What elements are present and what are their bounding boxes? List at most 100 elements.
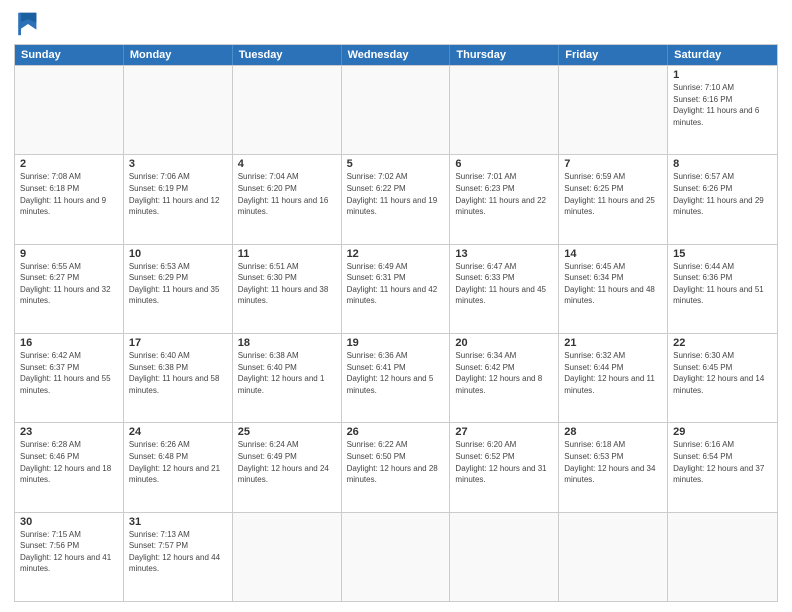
day-info: Sunrise: 6:44 AM Sunset: 6:36 PM Dayligh… xyxy=(673,261,772,307)
calendar-cell: 25Sunrise: 6:24 AM Sunset: 6:49 PM Dayli… xyxy=(233,423,342,511)
calendar-row: 30Sunrise: 7:15 AM Sunset: 7:56 PM Dayli… xyxy=(15,512,777,601)
calendar-cell xyxy=(450,513,559,601)
weekday-header: Monday xyxy=(124,45,233,65)
calendar-cell xyxy=(559,513,668,601)
day-info: Sunrise: 7:02 AM Sunset: 6:22 PM Dayligh… xyxy=(347,171,445,217)
calendar-cell xyxy=(233,513,342,601)
day-number: 9 xyxy=(20,248,118,260)
calendar-cell: 7Sunrise: 6:59 AM Sunset: 6:25 PM Daylig… xyxy=(559,155,668,243)
day-number: 8 xyxy=(673,158,772,170)
calendar-cell: 23Sunrise: 6:28 AM Sunset: 6:46 PM Dayli… xyxy=(15,423,124,511)
day-number: 21 xyxy=(564,337,662,349)
weekday-header: Wednesday xyxy=(342,45,451,65)
calendar-cell: 30Sunrise: 7:15 AM Sunset: 7:56 PM Dayli… xyxy=(15,513,124,601)
day-info: Sunrise: 6:53 AM Sunset: 6:29 PM Dayligh… xyxy=(129,261,227,307)
day-number: 17 xyxy=(129,337,227,349)
calendar-cell: 5Sunrise: 7:02 AM Sunset: 6:22 PM Daylig… xyxy=(342,155,451,243)
day-info: Sunrise: 7:06 AM Sunset: 6:19 PM Dayligh… xyxy=(129,171,227,217)
calendar-row: 2Sunrise: 7:08 AM Sunset: 6:18 PM Daylig… xyxy=(15,154,777,243)
calendar-cell xyxy=(668,513,777,601)
day-number: 30 xyxy=(20,516,118,528)
calendar-cell xyxy=(342,66,451,154)
weekday-header: Thursday xyxy=(450,45,559,65)
calendar-cell: 6Sunrise: 7:01 AM Sunset: 6:23 PM Daylig… xyxy=(450,155,559,243)
day-info: Sunrise: 6:42 AM Sunset: 6:37 PM Dayligh… xyxy=(20,350,118,396)
day-number: 25 xyxy=(238,426,336,438)
day-info: Sunrise: 7:10 AM Sunset: 6:16 PM Dayligh… xyxy=(673,82,772,128)
calendar-page: SundayMondayTuesdayWednesdayThursdayFrid… xyxy=(0,0,792,612)
day-number: 31 xyxy=(129,516,227,528)
calendar-row: 1Sunrise: 7:10 AM Sunset: 6:16 PM Daylig… xyxy=(15,65,777,154)
day-info: Sunrise: 6:32 AM Sunset: 6:44 PM Dayligh… xyxy=(564,350,662,396)
calendar-cell: 17Sunrise: 6:40 AM Sunset: 6:38 PM Dayli… xyxy=(124,334,233,422)
day-info: Sunrise: 7:13 AM Sunset: 7:57 PM Dayligh… xyxy=(129,529,227,575)
weekday-header: Sunday xyxy=(15,45,124,65)
day-number: 27 xyxy=(455,426,553,438)
calendar-cell: 19Sunrise: 6:36 AM Sunset: 6:41 PM Dayli… xyxy=(342,334,451,422)
day-number: 22 xyxy=(673,337,772,349)
calendar-cell: 1Sunrise: 7:10 AM Sunset: 6:16 PM Daylig… xyxy=(668,66,777,154)
calendar-header: SundayMondayTuesdayWednesdayThursdayFrid… xyxy=(15,45,777,65)
weekday-header: Tuesday xyxy=(233,45,342,65)
day-number: 5 xyxy=(347,158,445,170)
calendar-cell: 16Sunrise: 6:42 AM Sunset: 6:37 PM Dayli… xyxy=(15,334,124,422)
day-number: 20 xyxy=(455,337,553,349)
day-number: 18 xyxy=(238,337,336,349)
calendar-cell: 31Sunrise: 7:13 AM Sunset: 7:57 PM Dayli… xyxy=(124,513,233,601)
day-info: Sunrise: 6:24 AM Sunset: 6:49 PM Dayligh… xyxy=(238,439,336,485)
calendar: SundayMondayTuesdayWednesdayThursdayFrid… xyxy=(14,44,778,602)
day-number: 29 xyxy=(673,426,772,438)
calendar-cell: 11Sunrise: 6:51 AM Sunset: 6:30 PM Dayli… xyxy=(233,245,342,333)
calendar-cell xyxy=(233,66,342,154)
day-number: 15 xyxy=(673,248,772,260)
calendar-cell: 14Sunrise: 6:45 AM Sunset: 6:34 PM Dayli… xyxy=(559,245,668,333)
day-info: Sunrise: 7:08 AM Sunset: 6:18 PM Dayligh… xyxy=(20,171,118,217)
day-number: 4 xyxy=(238,158,336,170)
calendar-cell: 3Sunrise: 7:06 AM Sunset: 6:19 PM Daylig… xyxy=(124,155,233,243)
day-number: 23 xyxy=(20,426,118,438)
calendar-cell xyxy=(15,66,124,154)
calendar-body: 1Sunrise: 7:10 AM Sunset: 6:16 PM Daylig… xyxy=(15,65,777,601)
day-info: Sunrise: 6:20 AM Sunset: 6:52 PM Dayligh… xyxy=(455,439,553,485)
calendar-cell: 24Sunrise: 6:26 AM Sunset: 6:48 PM Dayli… xyxy=(124,423,233,511)
day-number: 11 xyxy=(238,248,336,260)
day-number: 10 xyxy=(129,248,227,260)
calendar-cell: 9Sunrise: 6:55 AM Sunset: 6:27 PM Daylig… xyxy=(15,245,124,333)
day-info: Sunrise: 6:34 AM Sunset: 6:42 PM Dayligh… xyxy=(455,350,553,396)
day-info: Sunrise: 6:18 AM Sunset: 6:53 PM Dayligh… xyxy=(564,439,662,485)
calendar-row: 9Sunrise: 6:55 AM Sunset: 6:27 PM Daylig… xyxy=(15,244,777,333)
day-info: Sunrise: 7:15 AM Sunset: 7:56 PM Dayligh… xyxy=(20,529,118,575)
day-number: 13 xyxy=(455,248,553,260)
day-info: Sunrise: 6:47 AM Sunset: 6:33 PM Dayligh… xyxy=(455,261,553,307)
day-number: 1 xyxy=(673,69,772,81)
weekday-header: Saturday xyxy=(668,45,777,65)
day-info: Sunrise: 6:22 AM Sunset: 6:50 PM Dayligh… xyxy=(347,439,445,485)
day-number: 7 xyxy=(564,158,662,170)
day-info: Sunrise: 6:36 AM Sunset: 6:41 PM Dayligh… xyxy=(347,350,445,396)
day-info: Sunrise: 6:16 AM Sunset: 6:54 PM Dayligh… xyxy=(673,439,772,485)
calendar-cell xyxy=(124,66,233,154)
day-info: Sunrise: 6:38 AM Sunset: 6:40 PM Dayligh… xyxy=(238,350,336,396)
calendar-cell: 13Sunrise: 6:47 AM Sunset: 6:33 PM Dayli… xyxy=(450,245,559,333)
day-info: Sunrise: 6:57 AM Sunset: 6:26 PM Dayligh… xyxy=(673,171,772,217)
header xyxy=(14,10,778,38)
weekday-header: Friday xyxy=(559,45,668,65)
calendar-cell: 4Sunrise: 7:04 AM Sunset: 6:20 PM Daylig… xyxy=(233,155,342,243)
day-info: Sunrise: 6:45 AM Sunset: 6:34 PM Dayligh… xyxy=(564,261,662,307)
day-number: 19 xyxy=(347,337,445,349)
day-info: Sunrise: 6:49 AM Sunset: 6:31 PM Dayligh… xyxy=(347,261,445,307)
day-info: Sunrise: 6:40 AM Sunset: 6:38 PM Dayligh… xyxy=(129,350,227,396)
day-info: Sunrise: 6:55 AM Sunset: 6:27 PM Dayligh… xyxy=(20,261,118,307)
day-number: 26 xyxy=(347,426,445,438)
calendar-cell xyxy=(342,513,451,601)
calendar-cell: 20Sunrise: 6:34 AM Sunset: 6:42 PM Dayli… xyxy=(450,334,559,422)
calendar-cell: 8Sunrise: 6:57 AM Sunset: 6:26 PM Daylig… xyxy=(668,155,777,243)
day-number: 2 xyxy=(20,158,118,170)
day-number: 6 xyxy=(455,158,553,170)
calendar-cell: 28Sunrise: 6:18 AM Sunset: 6:53 PM Dayli… xyxy=(559,423,668,511)
calendar-cell: 12Sunrise: 6:49 AM Sunset: 6:31 PM Dayli… xyxy=(342,245,451,333)
day-info: Sunrise: 7:04 AM Sunset: 6:20 PM Dayligh… xyxy=(238,171,336,217)
day-number: 24 xyxy=(129,426,227,438)
calendar-cell: 2Sunrise: 7:08 AM Sunset: 6:18 PM Daylig… xyxy=(15,155,124,243)
logo-icon xyxy=(14,10,42,38)
